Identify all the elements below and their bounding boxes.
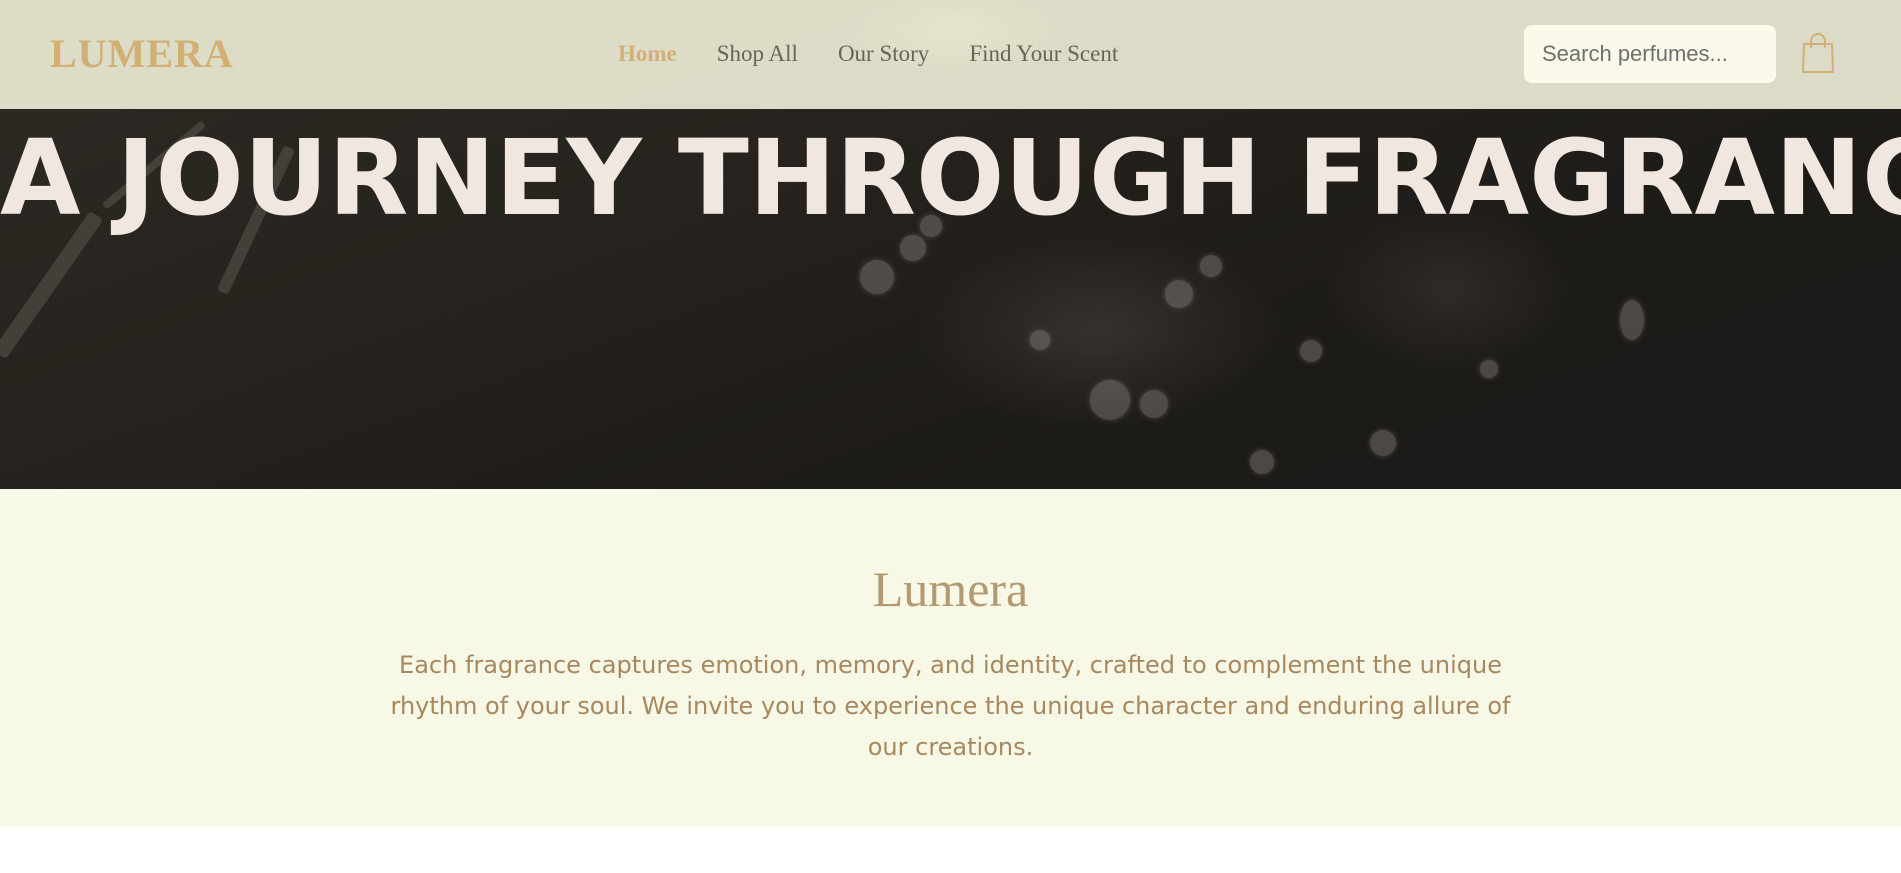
hero-bokeh [1370,430,1396,456]
about-heading: Lumera [872,561,1029,617]
nav-link-shop-all[interactable]: Shop All [717,40,798,68]
hero-bokeh [1620,300,1644,340]
hero-bokeh [1140,390,1168,418]
site-header: LUMERA Home Shop All Our Story Find Your… [0,0,1901,109]
nav-link-find-your-scent[interactable]: Find Your Scent [969,40,1118,68]
hero-bokeh [1300,340,1322,362]
hero-bokeh [1030,330,1050,350]
hero-bokeh [1090,380,1130,420]
search-input[interactable] [1524,25,1776,83]
about-section: Lumera Each fragrance captures emotion, … [0,489,1901,827]
nav-link-home[interactable]: Home [618,40,677,68]
hero-bokeh [1200,255,1222,277]
about-description: Each fragrance captures emotion, memory,… [390,651,1511,761]
hero-bokeh [1480,360,1498,378]
hero-bokeh [860,260,894,294]
main-nav: Home Shop All Our Story Find Your Scent [618,40,1118,68]
nav-link-our-story[interactable]: Our Story [838,40,929,68]
hero-title: A JOURNEY THROUGH FRAGRANCE [0,117,1901,239]
hero-bokeh [1165,280,1193,308]
site-logo[interactable]: LUMERA [50,32,234,76]
shopping-bag-icon[interactable] [1801,32,1835,74]
hero-bokeh [1250,450,1274,474]
